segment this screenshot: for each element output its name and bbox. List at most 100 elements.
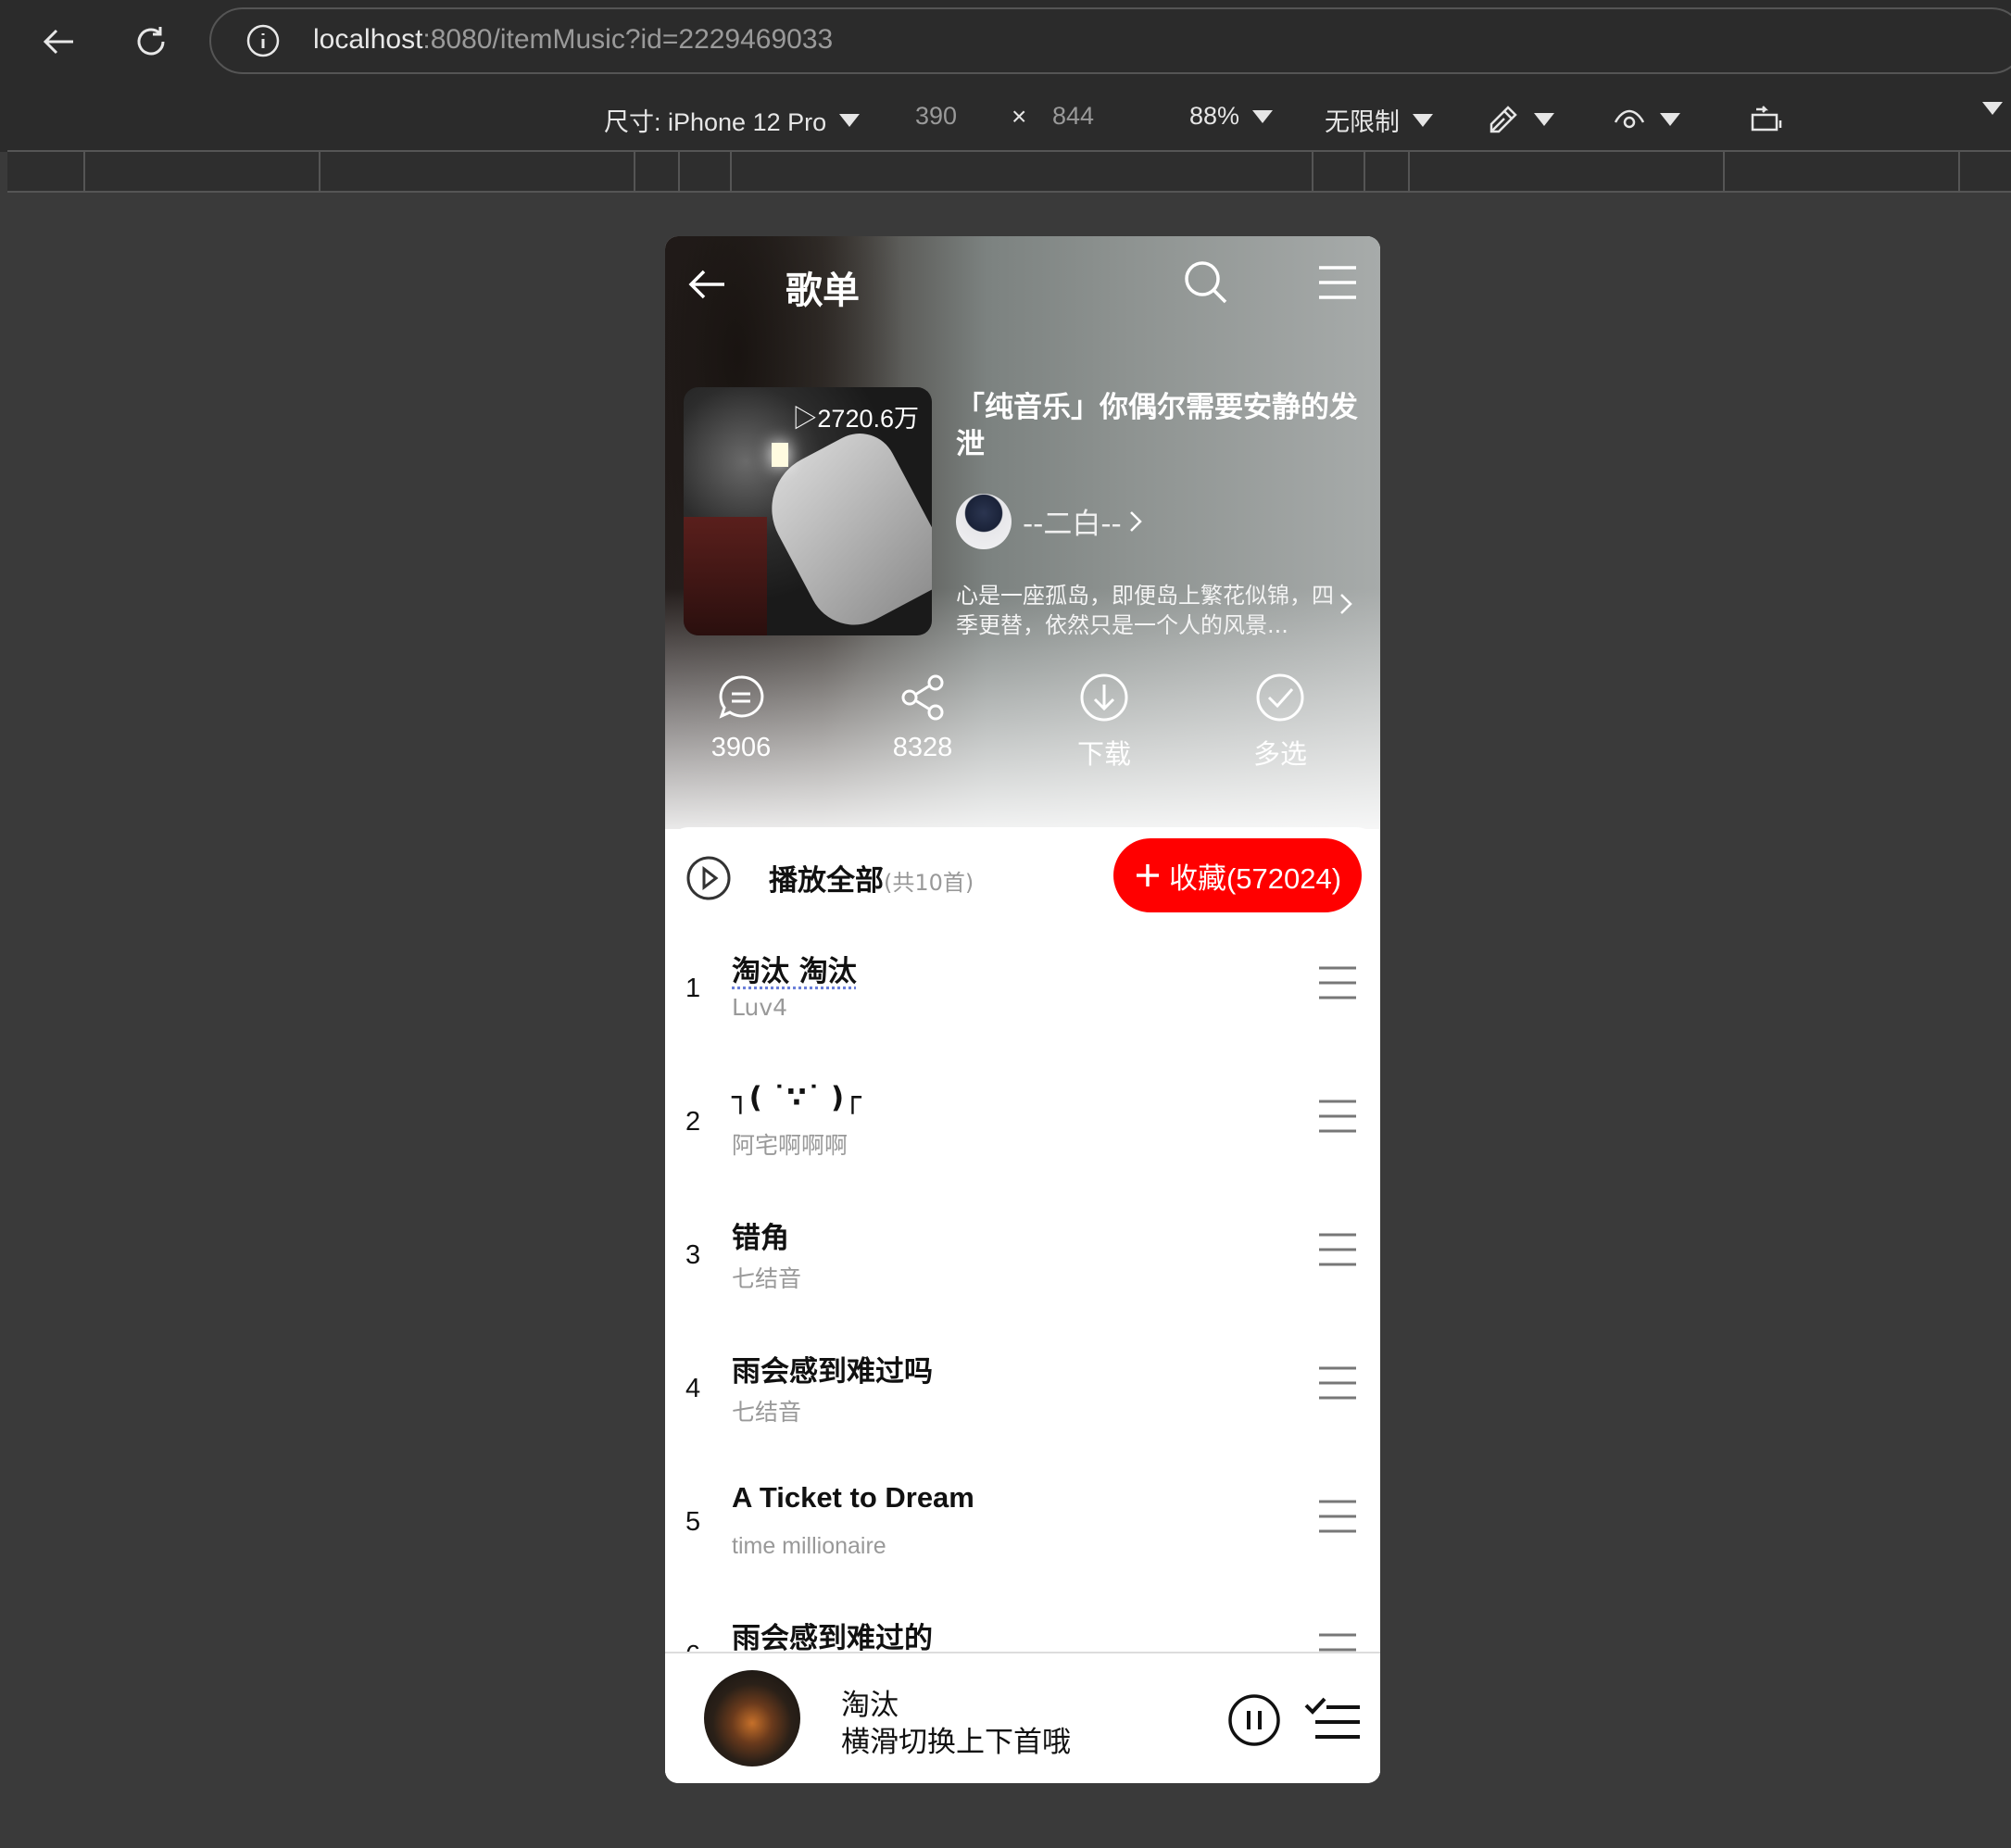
back-arrow-icon[interactable] — [685, 266, 728, 307]
now-playing-title: 淘汰 — [841, 1689, 899, 1722]
device-toolbar: 尺寸: iPhone 12 Pro 390 × 844 88% 无限制 — [0, 83, 2011, 152]
ruler-divider — [83, 152, 85, 191]
eyedropper-icon — [1489, 106, 1517, 133]
chevron-down-icon — [1660, 113, 1680, 126]
ruler-divider — [1958, 152, 1960, 191]
collect-button[interactable]: 收藏(572024) — [1113, 838, 1362, 912]
song-title: 雨会感到难过吗 — [732, 1355, 933, 1389]
song-row[interactable]: 3 错角 七结音 — [665, 1196, 1380, 1329]
song-artist: time millionaire — [732, 1533, 886, 1559]
ruler-divider — [1312, 152, 1313, 191]
song-title: 淘汰 淘汰 — [732, 955, 857, 988]
song-number: 3 — [685, 1240, 701, 1270]
app-top-bar: 歌单 — [665, 236, 1380, 338]
action-bar: 3906 8328 下载 多选 — [665, 672, 1380, 773]
throttle-select[interactable]: 无限制 — [1325, 102, 1433, 138]
share-icon — [901, 674, 944, 721]
play-all-row[interactable]: 播放全部(共10首) 收藏(572024) — [665, 827, 1380, 929]
site-info-icon[interactable] — [245, 22, 282, 63]
ruler-divider — [1408, 152, 1410, 191]
playlist-description[interactable]: 心是一座孤岛，即便岛上繁花似锦，四季更替，依然只是一个人的风景... — [956, 581, 1345, 640]
download-button[interactable]: 下载 — [1049, 672, 1160, 772]
chevron-down-icon — [1252, 109, 1274, 123]
browser-toolbar: localhost:8080/itemMusic?id=2229469033 — [0, 0, 2011, 83]
play-count: ▷2720.6万 — [792, 405, 919, 433]
share-button[interactable]: 8328 — [867, 672, 978, 763]
rotate-button[interactable] — [1749, 102, 1786, 137]
song-menu-icon[interactable] — [1317, 1498, 1358, 1539]
height-field[interactable]: 844 — [1052, 102, 1094, 131]
eyedropper-menu[interactable] — [1486, 102, 1554, 137]
device-select[interactable]: 尺寸: iPhone 12 Pro — [604, 102, 861, 138]
song-count: (共10首) — [884, 870, 974, 896]
back-icon[interactable] — [37, 20, 80, 63]
vision-menu[interactable] — [1612, 102, 1680, 137]
chevron-down-icon — [1982, 102, 2003, 115]
play-all-label[interactable]: 播放全部(共10首) — [769, 857, 974, 899]
song-artist: Luv4 — [732, 994, 788, 1021]
playlist-cover[interactable]: ▷2720.6万 — [684, 387, 932, 635]
multi-select-button[interactable]: 多选 — [1225, 672, 1336, 772]
creator-link[interactable]: --二白-- — [1023, 500, 1144, 542]
multi-select-icon — [1256, 673, 1304, 722]
url-text[interactable]: localhost:8080/itemMusic?id=2229469033 — [313, 24, 833, 56]
mini-player[interactable]: 淘汰 横滑切换上下首哦 — [665, 1652, 1380, 1783]
plus-icon — [1136, 864, 1159, 886]
download-icon — [1080, 673, 1128, 722]
comment-icon — [719, 675, 764, 719]
creator-name: --二白-- — [1023, 508, 1122, 541]
chevron-down-icon — [1534, 113, 1554, 126]
song-number: 2 — [685, 1107, 701, 1137]
more-options[interactable] — [1982, 102, 2003, 115]
play-circle-icon[interactable] — [685, 855, 732, 905]
pause-icon[interactable] — [1226, 1692, 1282, 1752]
creator-avatar[interactable] — [956, 494, 1012, 549]
chevron-right-icon — [1129, 510, 1142, 532]
share-count: 8328 — [892, 733, 953, 762]
song-artist: 阿宅啊啊啊 — [732, 1132, 848, 1159]
ruler-divider — [634, 152, 635, 191]
search-icon[interactable] — [1182, 258, 1230, 310]
song-artist: 七结音 — [732, 1399, 802, 1426]
cover-art-detail — [684, 517, 767, 635]
playlist-queue-icon[interactable] — [1304, 1694, 1364, 1750]
song-menu-icon[interactable] — [1317, 1364, 1358, 1405]
song-title: A Ticket to Dream — [732, 1481, 974, 1514]
multi-select-label: 多选 — [1252, 740, 1307, 770]
comment-button[interactable]: 3906 — [685, 672, 797, 763]
ruler-divider — [1364, 152, 1365, 191]
song-artist: 七结音 — [732, 1265, 802, 1292]
song-row[interactable]: 5 A Ticket to Dream time millionaire — [665, 1463, 1380, 1596]
download-label: 下载 — [1076, 740, 1131, 770]
song-title: ┐( ˙∵˙ )┌ — [732, 1081, 861, 1114]
comment-count: 3906 — [710, 733, 772, 762]
dimension-separator: × — [1012, 102, 1027, 131]
song-menu-icon[interactable] — [1317, 1098, 1358, 1138]
address-bar[interactable]: localhost:8080/itemMusic?id=2229469033 — [209, 7, 2011, 74]
now-playing-hint: 横滑切换上下首哦 — [841, 1726, 1071, 1759]
menu-icon[interactable] — [1317, 264, 1358, 305]
chevron-right-icon[interactable] — [1338, 590, 1354, 622]
media-query-ruler — [7, 150, 2011, 193]
playlist-title: 「纯音乐」你偶尔需要安静的发泄 — [956, 391, 1358, 461]
ruler-divider — [319, 152, 321, 191]
ruler-divider — [678, 152, 680, 191]
width-field[interactable]: 390 — [915, 102, 957, 131]
zoom-select[interactable]: 88% — [1189, 102, 1274, 131]
reload-icon[interactable] — [130, 20, 172, 63]
song-menu-icon[interactable] — [1317, 1231, 1358, 1272]
now-playing-cover[interactable] — [704, 1670, 800, 1766]
chevron-down-icon — [1413, 113, 1433, 127]
eye-icon — [1614, 109, 1645, 129]
song-menu-icon[interactable] — [1317, 964, 1358, 1005]
song-title: 雨会感到难过的 — [732, 1622, 933, 1655]
song-row[interactable]: 1 淘汰 淘汰 Luv4 — [665, 929, 1380, 1062]
ruler-divider — [1723, 152, 1725, 191]
song-row[interactable]: 2 ┐( ˙∵˙ )┌ 阿宅啊啊啊 — [665, 1062, 1380, 1196]
song-number: 5 — [685, 1507, 701, 1537]
song-row[interactable]: 4 雨会感到难过吗 七结音 — [665, 1329, 1380, 1463]
song-title: 错角 — [732, 1222, 789, 1255]
song-number: 1 — [685, 974, 701, 1003]
collect-label: 收藏(572024) — [1168, 861, 1342, 895]
song-list-panel: 播放全部(共10首) 收藏(572024) 1 淘汰 淘汰 Luv4 2 ┐( … — [665, 827, 1380, 1781]
